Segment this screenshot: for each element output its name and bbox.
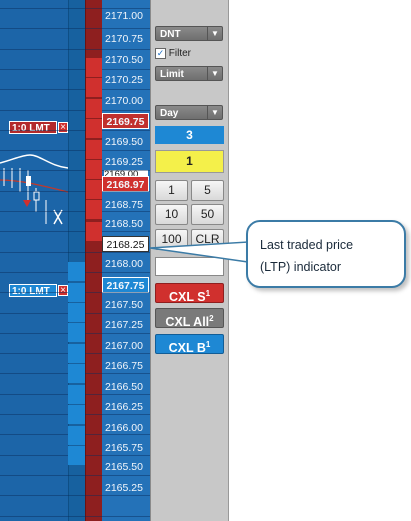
price-chart[interactable]: 1:0 LMT × 1:0 LMT × xyxy=(0,0,68,521)
quantity-input[interactable]: 1 xyxy=(155,150,224,173)
ladder-price[interactable]: 2165.25 xyxy=(105,480,149,496)
ltp-callout: Last traded price (LTP) indicator xyxy=(246,220,406,288)
candlestick-chart xyxy=(0,154,68,225)
ladder-price[interactable]: 2170.75 xyxy=(105,31,149,47)
current-price-marker[interactable]: 2168.97 xyxy=(102,176,149,192)
ladder-row-divider xyxy=(0,252,150,253)
ladder-row-divider xyxy=(0,89,150,90)
buy-depth-cell[interactable] xyxy=(68,364,85,383)
ladder-row-divider xyxy=(0,28,150,29)
ladder-row-divider xyxy=(0,495,150,496)
buy-depth-cell[interactable] xyxy=(68,323,85,342)
sell-depth-cell[interactable] xyxy=(86,140,102,159)
ladder-row-divider xyxy=(0,69,150,70)
ladder-row-divider xyxy=(0,516,150,517)
ladder-price[interactable]: 2167.25 xyxy=(105,317,149,333)
buy-depth-cell[interactable] xyxy=(68,303,85,322)
ltp-indicator[interactable]: 2168.25 xyxy=(102,236,149,252)
buy-order-label[interactable]: 1:0 LMT xyxy=(9,284,57,297)
sell-depth-cell[interactable] xyxy=(86,99,102,118)
cancel-buy-order-icon[interactable]: × xyxy=(58,285,68,296)
sell-depth-cell[interactable] xyxy=(86,222,102,241)
quantity-display: 3 xyxy=(155,126,224,144)
sell-depth-cell[interactable] xyxy=(86,119,102,138)
ladder-price[interactable]: 2165.50 xyxy=(105,459,149,475)
cancel-sell-order-icon[interactable]: × xyxy=(58,122,68,133)
buy-depth-cell[interactable] xyxy=(68,405,85,424)
callout-text: Last traded price (LTP) indicator xyxy=(260,238,354,274)
qty-button-1[interactable]: 1 xyxy=(155,180,188,201)
ladder-row-divider xyxy=(0,49,150,50)
candle-body xyxy=(33,191,40,201)
ladder-price[interactable]: 2166.50 xyxy=(105,379,149,395)
ladder-price[interactable]: 2170.00 xyxy=(105,93,149,109)
account-dropdown[interactable]: DNT ▼ xyxy=(155,26,223,41)
ladder-row-divider xyxy=(0,130,150,131)
filter-checkbox-row[interactable]: ✓ Filter xyxy=(155,48,191,62)
qty-button-5[interactable]: 5 xyxy=(191,180,224,201)
buy-depth-cell[interactable] xyxy=(68,262,85,281)
ladder-row-divider xyxy=(0,475,150,476)
callout-pointer xyxy=(150,241,249,263)
buy-order-price[interactable]: 2167.75 xyxy=(102,277,149,293)
sell-order-label[interactable]: 1:0 LMT xyxy=(9,121,57,134)
ladder-price[interactable]: 2165.75 xyxy=(105,440,149,456)
sell-arrow-icon xyxy=(23,200,31,207)
ladder-row-divider xyxy=(0,110,150,111)
ladder-row-divider xyxy=(0,150,150,151)
sell-depth-cell[interactable] xyxy=(86,78,102,97)
order-type-dropdown[interactable]: Limit ▼ xyxy=(155,66,223,81)
buy-depth-cell[interactable] xyxy=(68,426,85,445)
cancel-all-orders-button[interactable]: CXL All2 xyxy=(155,308,224,329)
ladder-row-divider xyxy=(0,231,150,232)
ladder-row-divider xyxy=(0,8,150,9)
chevron-down-icon: ▼ xyxy=(207,27,222,40)
ladder-price[interactable]: 2167.50 xyxy=(105,297,149,313)
filter-checkbox[interactable]: ✓ xyxy=(155,48,166,59)
cancel-sell-orders-button[interactable]: CXL S1 xyxy=(155,283,224,304)
chevron-down-icon: ▼ xyxy=(207,67,222,80)
sell-order-price[interactable]: 2169.75 xyxy=(102,113,149,129)
cancel-buy-orders-button[interactable]: CXL B1 xyxy=(155,334,224,355)
buy-depth-cell[interactable] xyxy=(68,283,85,302)
ladder-price[interactable]: 2169.25 xyxy=(105,154,149,170)
time-in-force-dropdown[interactable]: Day ▼ xyxy=(155,105,223,120)
buy-depth-cell[interactable] xyxy=(68,446,85,465)
candle-body xyxy=(26,176,31,186)
ladder-price[interactable]: 2169.50 xyxy=(105,134,149,150)
ladder-row-divider xyxy=(0,191,150,192)
ladder-price[interactable]: 2171.00 xyxy=(105,8,149,24)
ladder-price[interactable]: 2168.50 xyxy=(105,216,149,232)
qty-button-10[interactable]: 10 xyxy=(155,204,188,225)
ladder-price[interactable]: 2166.25 xyxy=(105,399,149,415)
fill-marker-icon xyxy=(53,209,63,225)
upper-band-line xyxy=(0,154,68,169)
sell-depth-cell[interactable] xyxy=(86,180,102,199)
sell-depth-cell[interactable] xyxy=(86,200,102,219)
ladder-row-divider xyxy=(0,170,150,171)
ladder-price[interactable]: 2167.00 xyxy=(105,338,149,354)
qty-button-50[interactable]: 50 xyxy=(191,204,224,225)
buy-depth-cell[interactable] xyxy=(68,385,85,404)
ladder-price[interactable]: 2170.25 xyxy=(105,72,149,88)
sell-depth-cell[interactable] xyxy=(86,160,102,179)
ladder-price[interactable]: 2166.75 xyxy=(105,358,149,374)
ladder-price[interactable]: 2168.00 xyxy=(105,256,149,272)
ladder-row-divider xyxy=(0,211,150,212)
ladder-price[interactable]: 2170.50 xyxy=(105,52,149,68)
chevron-down-icon: ▼ xyxy=(207,106,222,119)
buy-depth-cell[interactable] xyxy=(68,344,85,363)
sell-depth-cell[interactable] xyxy=(86,58,102,77)
